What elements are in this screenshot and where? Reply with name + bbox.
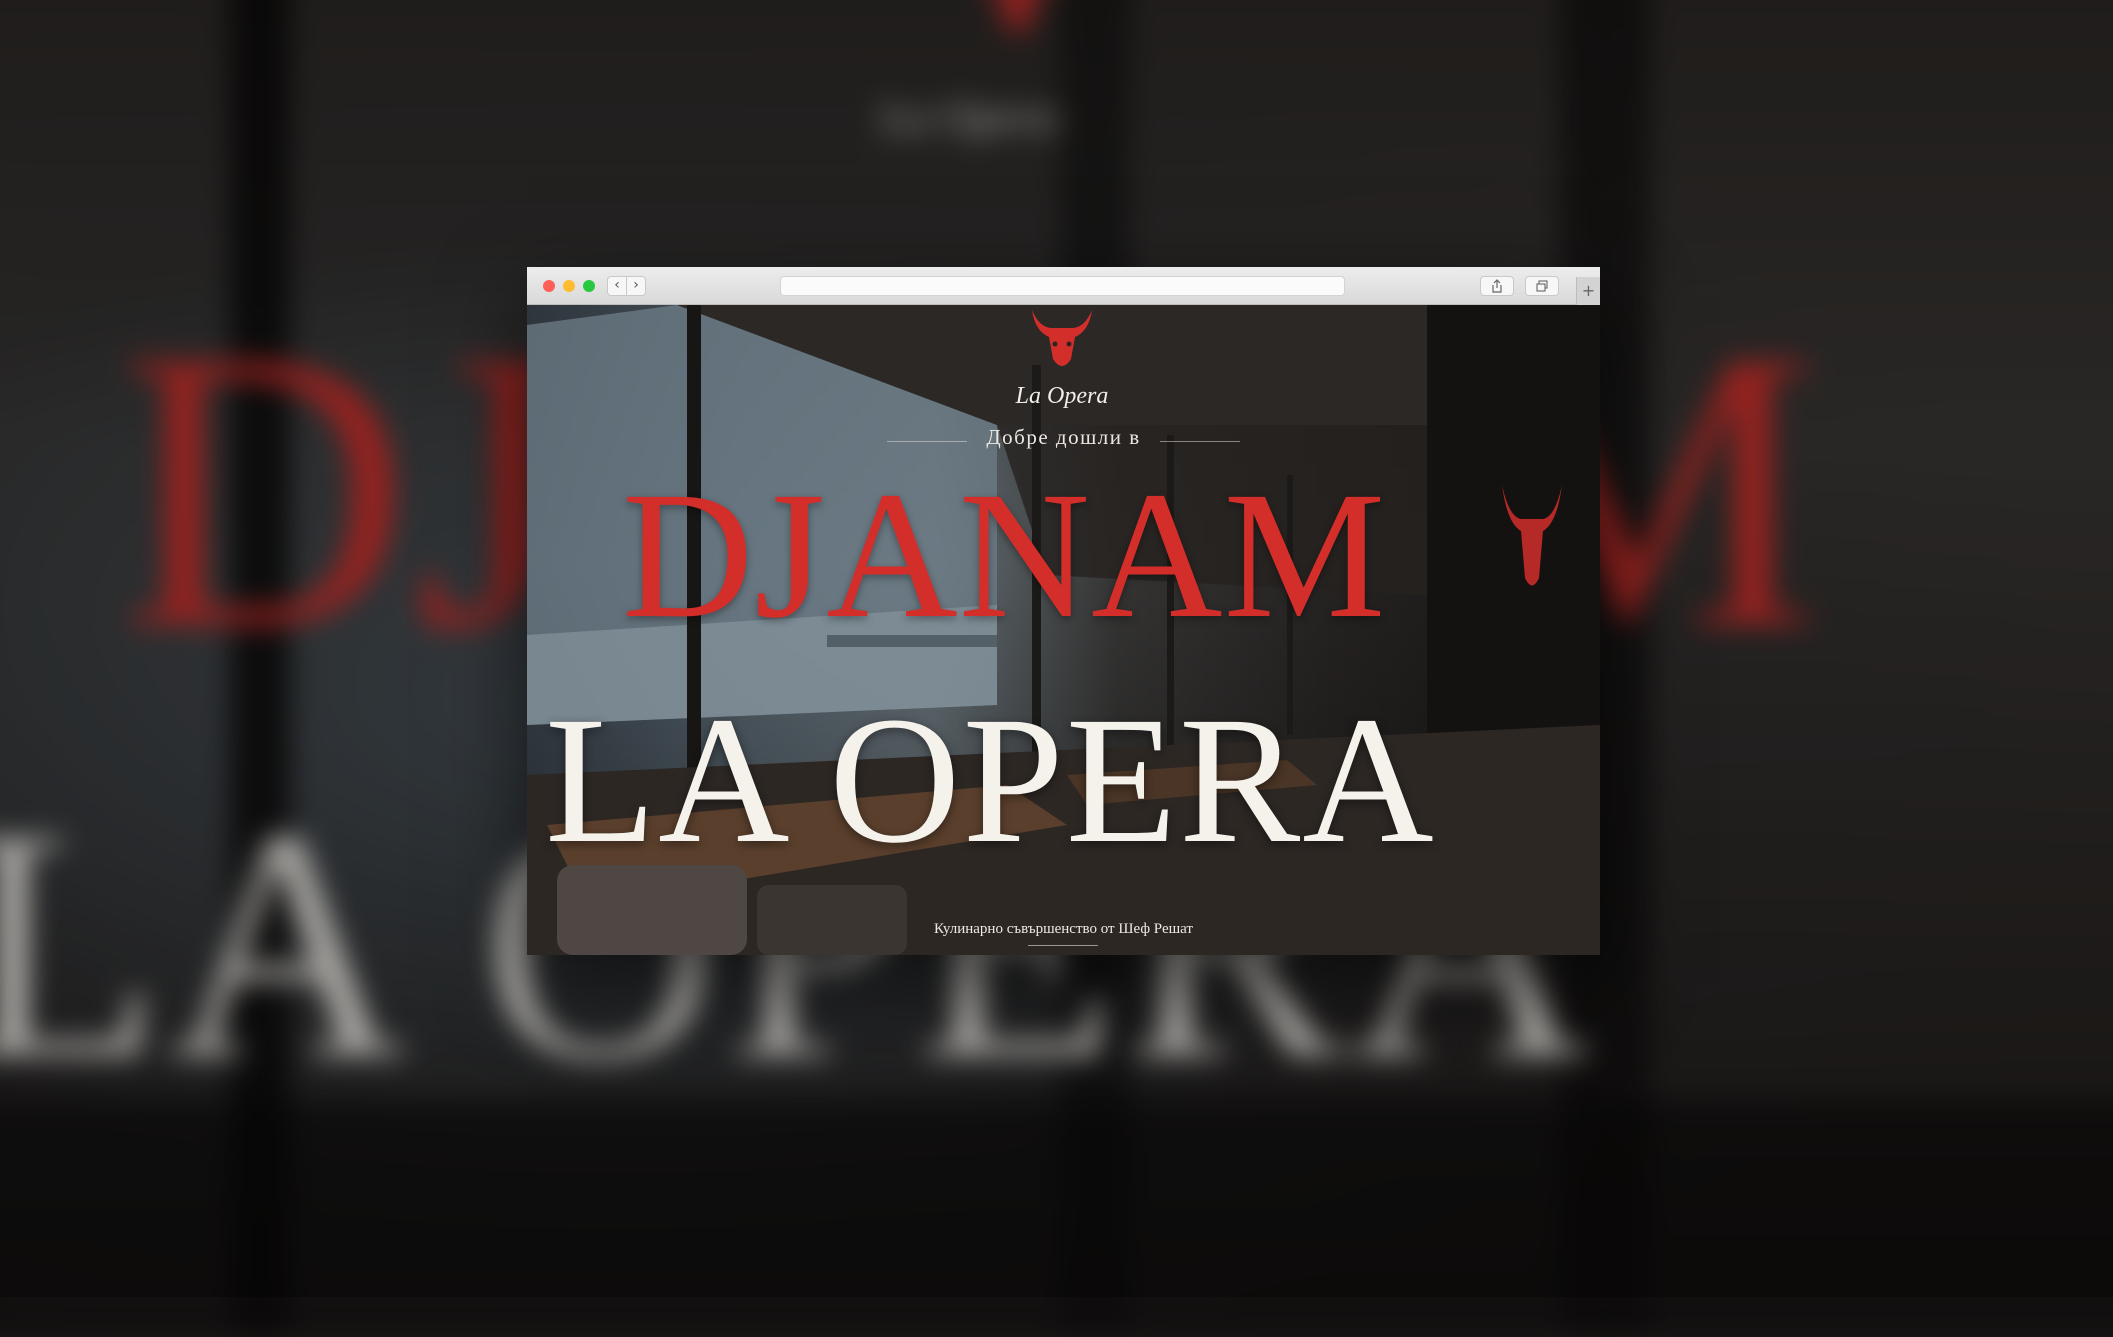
browser-toolbar: ‹ › + [527,267,1600,305]
close-window-button[interactable] [543,280,555,292]
chevron-right-icon: › [633,277,639,293]
forward-button[interactable]: › [626,276,646,296]
tagline-rule [1028,945,1098,946]
new-tab-button[interactable]: + [1576,277,1600,305]
hero-section: La Opera Добре дошли в DJANAM LA OPERA К… [527,305,1600,955]
plus-icon: + [1581,281,1596,300]
tabs-icon [1536,280,1548,292]
address-bar[interactable] [780,276,1345,296]
bull-emblem-icon [1502,485,1562,586]
hero-tagline: Кулинарно съвършенство от Шеф Решат [934,921,1193,937]
browser-window: ‹ › + La Opera Добре дошли в DJANAM LA O… [527,267,1600,955]
welcome-text: Добре дошли в [986,425,1141,449]
chevron-left-icon: ‹ [614,277,620,293]
show-tabs-button[interactable] [1525,276,1559,296]
hero-headline: DJANAM [622,455,1387,656]
back-button[interactable]: ‹ [607,276,627,296]
share-icon [1492,279,1502,293]
minimize-window-button[interactable] [563,280,575,292]
bull-logo-icon [1032,310,1092,366]
zoom-window-button[interactable] [583,280,595,292]
hero-title: LA OPERA [545,680,1436,881]
share-button[interactable] [1480,276,1514,296]
logo-text: La Opera [1015,383,1109,409]
